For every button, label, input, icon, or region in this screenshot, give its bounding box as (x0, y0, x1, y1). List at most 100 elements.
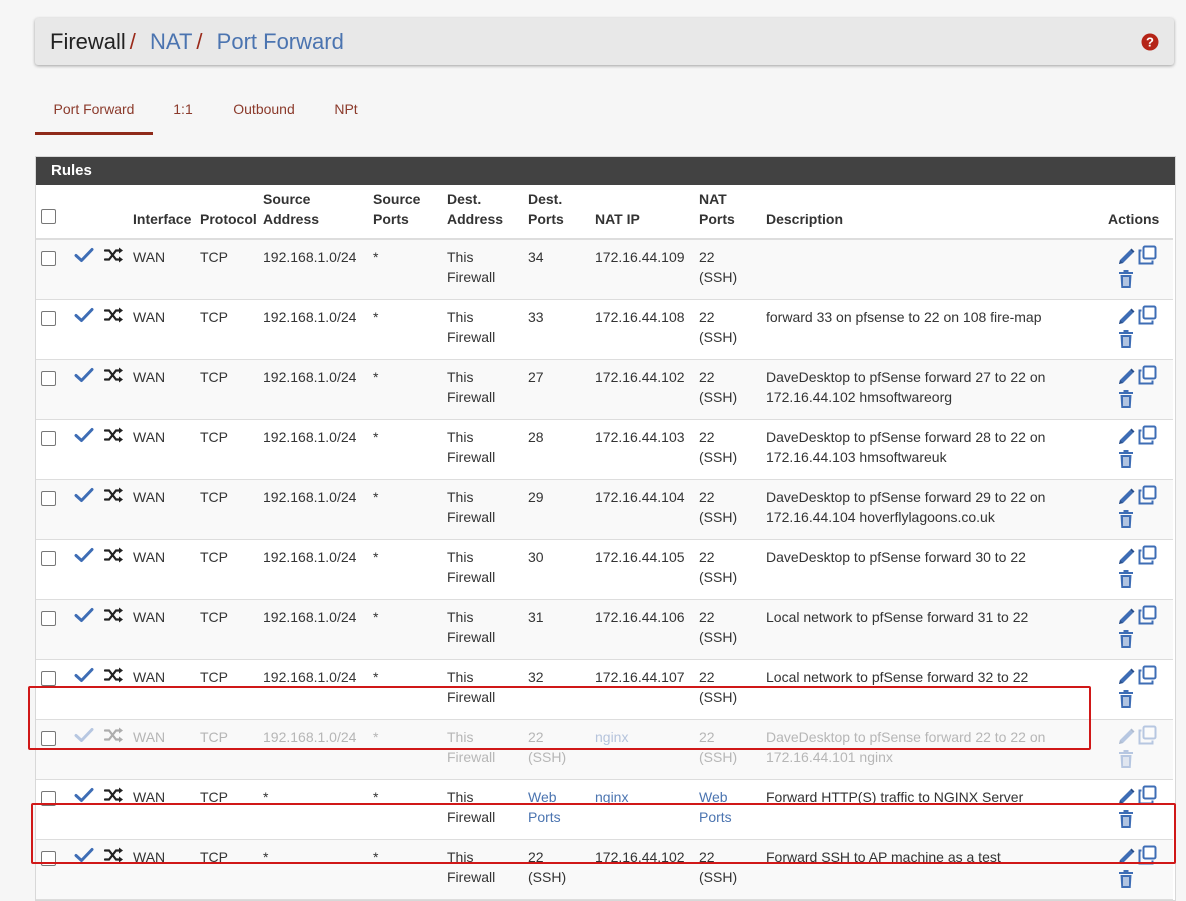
table-row[interactable]: WAN TCP 192.168.1.0/24 * This Firewall 32 172.… (36, 659, 1173, 720)
pencil-icon[interactable] (1116, 847, 1136, 867)
row-checkbox[interactable] (41, 791, 56, 806)
source-address-cell: 192.168.1.0/24 (263, 309, 357, 325)
trash-icon[interactable] (1117, 329, 1135, 349)
row-checkbox[interactable] (41, 731, 56, 746)
source-address-cell: 192.168.1.0/24 (263, 549, 357, 565)
trash-icon[interactable] (1117, 509, 1135, 529)
nat-ip-cell[interactable]: nginx (595, 789, 628, 805)
rules-table: Interface Protocol Source Address Source… (36, 185, 1173, 900)
row-checkbox[interactable] (41, 311, 56, 326)
check-icon[interactable] (74, 787, 94, 803)
trash-icon[interactable] (1117, 569, 1135, 589)
check-icon[interactable] (74, 427, 94, 443)
copy-icon[interactable] (1137, 725, 1157, 745)
dest-address-cell: This Firewall (447, 249, 496, 285)
row-checkbox[interactable] (41, 611, 56, 626)
dest-address-cell: This Firewall (447, 789, 496, 825)
dest-address-cell: This Firewall (447, 729, 496, 765)
copy-icon[interactable] (1137, 245, 1157, 265)
pencil-icon[interactable] (1116, 607, 1136, 627)
col-source-ports: Source Ports (368, 185, 442, 240)
tab-one-to-one[interactable]: 1:1 (167, 90, 199, 132)
row-checkbox[interactable] (41, 251, 56, 266)
nat-ip-cell[interactable]: nginx (595, 729, 628, 745)
nat-ports-cell: 22 (SSH) (699, 849, 738, 885)
breadcrumb-port-forward-link[interactable]: Port Forward (217, 29, 344, 54)
nat-ports-cell[interactable]: Web_ Ports (699, 789, 735, 825)
row-checkbox[interactable] (41, 431, 56, 446)
trash-icon[interactable] (1117, 749, 1135, 769)
row-checkbox[interactable] (41, 671, 56, 686)
row-checkbox[interactable] (41, 371, 56, 386)
copy-icon[interactable] (1137, 785, 1157, 805)
col-source-address: Source Address (258, 185, 368, 240)
table-row[interactable]: WAN TCP 192.168.1.0/24 * This Firewall 33 172.… (36, 299, 1173, 360)
pencil-icon[interactable] (1116, 787, 1136, 807)
row-checkbox[interactable] (41, 551, 56, 566)
copy-icon[interactable] (1137, 605, 1157, 625)
source-address-cell: 192.168.1.0/24 (263, 489, 357, 505)
trash-icon[interactable] (1117, 809, 1135, 829)
copy-icon[interactable] (1137, 305, 1157, 325)
pencil-icon[interactable] (1116, 487, 1136, 507)
table-row[interactable]: WAN TCP 192.168.1.0/24 * This Firewall 30 172.… (36, 539, 1173, 600)
pencil-icon[interactable] (1116, 367, 1136, 387)
shuffle-icon (104, 727, 123, 743)
question-circle-icon[interactable]: ? (1141, 33, 1159, 51)
select-all-cell (36, 185, 69, 240)
trash-icon[interactable] (1117, 629, 1135, 649)
check-icon[interactable] (74, 607, 94, 623)
table-row[interactable]: WAN TCP 192.168.1.0/24 * This Firewall 22 (SS… (36, 719, 1173, 780)
protocol-cell: TCP (200, 549, 228, 565)
check-icon[interactable] (74, 487, 94, 503)
pencil-icon[interactable] (1116, 667, 1136, 687)
copy-icon[interactable] (1137, 485, 1157, 505)
table-row[interactable]: WAN TCP * * This Firewall Web_ Ports nginx Web_… (36, 779, 1173, 840)
pencil-icon[interactable] (1116, 727, 1136, 747)
breadcrumb: Firewall / NAT / Port Forward (50, 29, 344, 55)
copy-icon[interactable] (1137, 665, 1157, 685)
source-ports-cell: * (373, 549, 379, 565)
pencil-icon[interactable] (1116, 427, 1136, 447)
copy-icon[interactable] (1137, 845, 1157, 865)
check-icon[interactable] (74, 847, 94, 863)
dest-ports-cell[interactable]: Web_ Ports (528, 789, 564, 825)
check-icon[interactable] (74, 307, 94, 323)
tab-npt[interactable]: NPt (328, 90, 364, 132)
table-row[interactable]: WAN TCP 192.168.1.0/24 * This Firewall 27 172.… (36, 359, 1173, 420)
breadcrumb-nat-link[interactable]: NAT (150, 29, 192, 54)
shuffle-icon (104, 547, 123, 563)
pencil-icon[interactable] (1116, 247, 1136, 267)
check-icon[interactable] (74, 727, 94, 743)
nat-ip-cell: 172.16.44.105 (595, 549, 685, 565)
rules-panel: Rules Interface Protocol Source Address … (35, 156, 1176, 901)
dest-ports-cell: 28 (528, 429, 544, 445)
check-icon[interactable] (74, 547, 94, 563)
table-row[interactable]: WAN TCP 192.168.1.0/24 * This Firewall 29 172.… (36, 479, 1173, 540)
table-row[interactable]: WAN TCP 192.168.1.0/24 * This Firewall 34 172.… (36, 239, 1173, 300)
row-checkbox[interactable] (41, 851, 56, 866)
check-icon[interactable] (74, 247, 94, 263)
source-ports-cell: * (373, 609, 379, 625)
pencil-icon[interactable] (1116, 307, 1136, 327)
nat-ip-cell: 172.16.44.107 (595, 669, 685, 685)
check-icon[interactable] (74, 367, 94, 383)
select-all-checkbox[interactable] (41, 209, 56, 224)
trash-icon[interactable] (1117, 389, 1135, 409)
table-row[interactable]: WAN TCP 192.168.1.0/24 * This Firewall 28 172.… (36, 419, 1173, 480)
trash-icon[interactable] (1117, 689, 1135, 709)
copy-icon[interactable] (1137, 425, 1157, 445)
check-icon[interactable] (74, 667, 94, 683)
copy-icon[interactable] (1137, 545, 1157, 565)
table-row[interactable]: WAN TCP 192.168.1.0/24 * This Firewall 31 172.… (36, 599, 1173, 660)
trash-icon[interactable] (1117, 449, 1135, 469)
trash-icon[interactable] (1117, 269, 1135, 289)
row-checkbox[interactable] (41, 491, 56, 506)
col-nat-ports: NAT Ports (694, 185, 761, 240)
tab-outbound[interactable]: Outbound (227, 90, 301, 132)
protocol-cell: TCP (200, 429, 228, 445)
trash-icon[interactable] (1117, 869, 1135, 889)
copy-icon[interactable] (1137, 365, 1157, 385)
pencil-icon[interactable] (1116, 547, 1136, 567)
tab-port-forward[interactable]: Port Forward (35, 90, 153, 135)
